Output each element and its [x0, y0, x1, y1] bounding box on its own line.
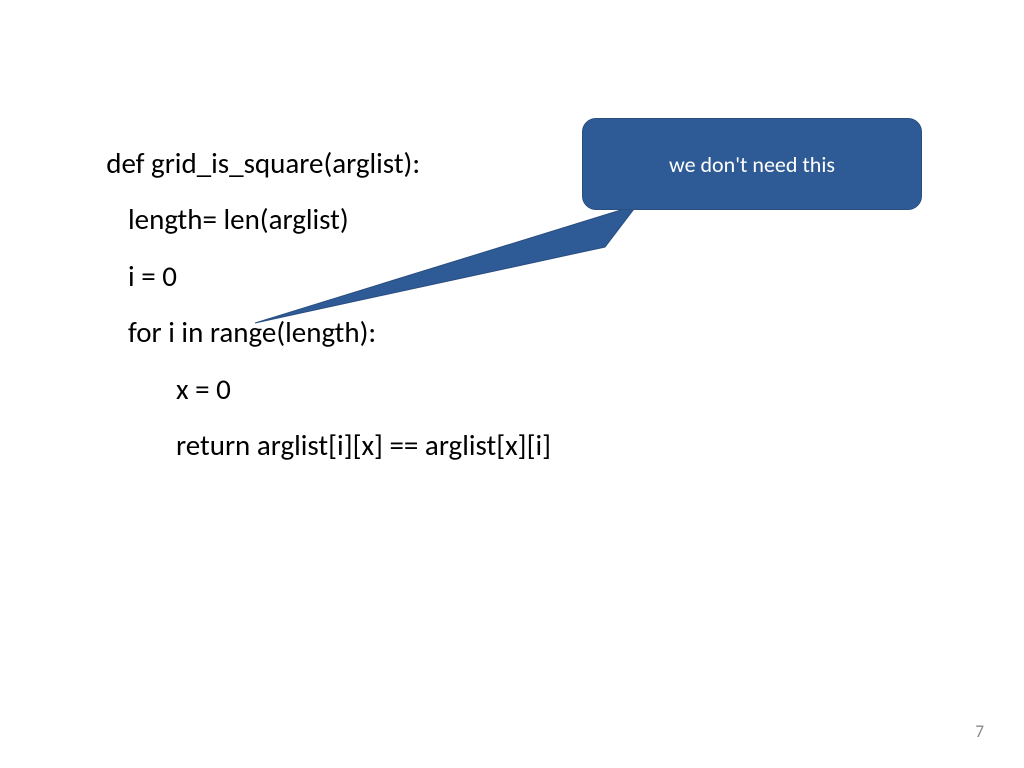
code-line-5: x = 0 — [80, 361, 551, 418]
page-number: 7 — [975, 721, 984, 742]
callout-box: we don't need this — [582, 118, 922, 210]
code-line-2: length= len(arglist) — [80, 191, 551, 248]
code-line-4: for i in range(length): — [80, 304, 551, 361]
code-line-3: i = 0 — [80, 248, 551, 305]
slide: def grid_is_square(arglist): length= len… — [0, 0, 1024, 768]
callout-text: we don't need this — [669, 151, 835, 178]
code-line-6: return arglist[i][x] == arglist[x][i] — [80, 417, 551, 474]
code-block: def grid_is_square(arglist): length= len… — [80, 78, 551, 587]
code-line-1: def grid_is_square(arglist): — [106, 145, 420, 181]
